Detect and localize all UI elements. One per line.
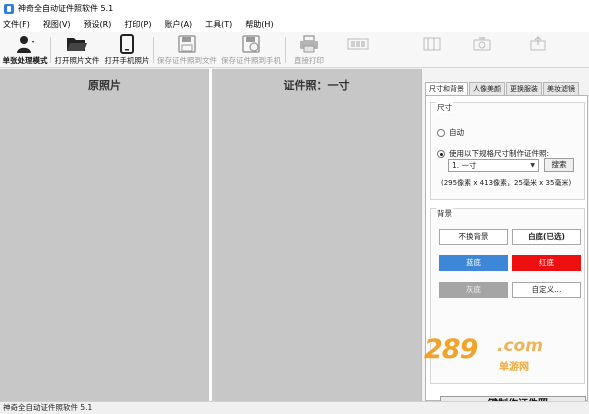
menu-help[interactable]: 帮助(H): [245, 19, 273, 30]
white-background-button[interactable]: 白底(已选): [512, 229, 581, 245]
tab-change-clothes[interactable]: 更换服装: [506, 82, 542, 95]
chevron-down-icon: ▼: [530, 162, 535, 169]
size-group: 尺寸 自动 使用以下规格尺寸制作证件照: 1. 一寸 ▼ 搜索 (295像素 x…: [430, 102, 585, 200]
menu-bar: 文件(F) 视图(V) 预设(R) 打印(P) 账户(A) 工具(T) 帮助(H…: [0, 17, 589, 32]
printer-icon: [298, 34, 320, 54]
batch-button[interactable]: [412, 34, 452, 66]
camera-button[interactable]: [462, 34, 502, 66]
auto-size-option[interactable]: 自动: [437, 127, 464, 138]
save-phone-button[interactable]: 保存证件照到手机: [221, 34, 281, 66]
settings-panel: 尺寸和背景 人像美颜 更换服装 美妆滤镜 尺寸 自动 使用以下规格尺寸制作证件照…: [421, 69, 589, 414]
status-bar: 神奇全自动证件照软件 5.1: [0, 401, 589, 414]
custom-size-radio[interactable]: [437, 149, 445, 158]
tab-content: 尺寸 自动 使用以下规格尺寸制作证件照: 1. 一寸 ▼ 搜索 (295像素 x…: [425, 95, 588, 414]
keep-background-button[interactable]: 不换背景: [439, 229, 508, 245]
menu-account[interactable]: 账户(A): [164, 19, 192, 30]
background-group: 背景 不换背景 白底(已选) 蓝底 红底 灰底 自定义...: [430, 208, 585, 384]
single-mode-button[interactable]: 单张处理模式: [2, 34, 48, 66]
auto-size-radio[interactable]: [437, 128, 445, 137]
tab-makeup-filter[interactable]: 美妆滤镜: [543, 82, 579, 95]
single-mode-label: 单张处理模式: [2, 56, 48, 65]
custom-background-button[interactable]: 自定义...: [512, 282, 581, 298]
direct-print-button[interactable]: 直接打印: [289, 34, 329, 66]
tab-portrait-beauty[interactable]: 人像美颜: [469, 82, 505, 95]
settings-tabs: 尺寸和背景 人像美颜 更换服装 美妆滤镜: [425, 82, 580, 95]
export-button[interactable]: [518, 34, 558, 66]
original-photo-pane[interactable]: 原照片: [0, 69, 209, 401]
id-photo-title: 证件照：一寸: [283, 79, 350, 92]
menu-file[interactable]: 文件(F): [3, 19, 30, 30]
save-file-button[interactable]: 保存证件照到文件: [157, 34, 217, 66]
open-photo-label: 打开照片文件: [54, 56, 100, 65]
id-photo-pane[interactable]: 证件照：一寸: [212, 69, 421, 401]
custom-size-option[interactable]: 使用以下规格尺寸制作证件照:: [437, 148, 549, 159]
toolbar-separator: [50, 37, 51, 63]
size-select-value: 1. 一寸: [452, 161, 477, 170]
menu-view[interactable]: 视图(V): [43, 19, 71, 30]
window-title: 神奇全自动证件照软件 5.1: [18, 4, 114, 13]
save-phone-icon: [240, 34, 262, 54]
save-file-label: 保存证件照到文件: [157, 56, 217, 65]
export-icon: [527, 34, 549, 54]
open-phone-label: 打开手机照片: [104, 56, 150, 65]
custom-size-label: 使用以下规格尺寸制作证件照:: [449, 149, 550, 158]
menu-preset[interactable]: 预设(R): [84, 19, 112, 30]
phone-icon: [116, 34, 138, 54]
menu-print[interactable]: 打印(P): [124, 19, 151, 30]
batch-icon: [421, 34, 443, 54]
original-photo-title: 原照片: [88, 79, 121, 92]
save-disk-icon: [176, 34, 198, 54]
auto-size-label: 自动: [449, 128, 464, 137]
direct-print-label: 直接打印: [294, 56, 324, 65]
size-description: (295像素 x 413像素，25毫米 x 35毫米): [441, 179, 572, 187]
layout-print-button[interactable]: [336, 34, 380, 66]
tab-size-background[interactable]: 尺寸和背景: [425, 82, 468, 95]
menu-tools[interactable]: 工具(T): [205, 19, 232, 30]
person-icon: [14, 34, 36, 54]
open-photo-button[interactable]: 打开照片文件: [54, 34, 100, 66]
app-icon: [4, 3, 14, 14]
toolbar-separator: [153, 37, 154, 63]
open-phone-button[interactable]: 打开手机照片: [104, 34, 150, 66]
red-background-button[interactable]: 红底: [512, 255, 581, 271]
save-phone-label: 保存证件照到手机: [221, 56, 281, 65]
layout-icon: [347, 34, 369, 54]
size-group-title: 尺寸: [436, 102, 453, 113]
size-select[interactable]: 1. 一寸 ▼: [448, 159, 539, 172]
toolbar: 单张处理模式 打开照片文件 打开手机照片 保存证件照到文件 保存证件照到手机 直…: [0, 32, 589, 68]
blue-background-button[interactable]: 蓝底: [439, 255, 508, 271]
gray-background-button[interactable]: 灰底: [439, 282, 508, 298]
background-group-title: 背景: [436, 208, 453, 219]
camera-icon: [471, 34, 493, 54]
folder-icon: [66, 34, 88, 54]
title-bar: 神奇全自动证件照软件 5.1: [0, 0, 589, 17]
toolbar-separator: [285, 37, 286, 63]
size-search-button[interactable]: 搜索: [544, 158, 574, 172]
